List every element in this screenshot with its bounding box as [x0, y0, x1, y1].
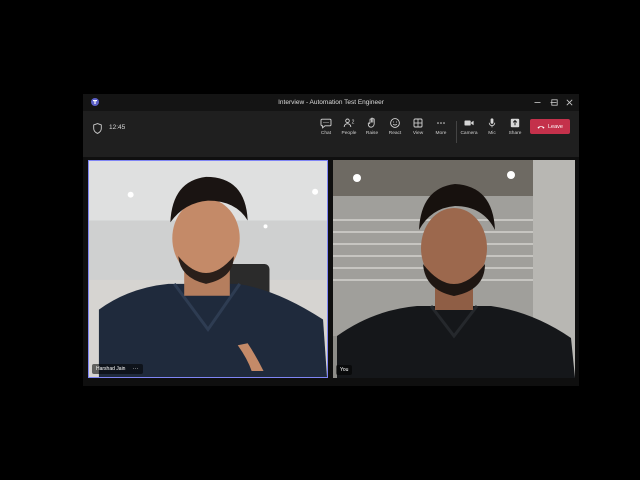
mic-icon — [488, 118, 496, 128]
camera-label: Camera — [460, 131, 478, 136]
share-button[interactable]: Share — [504, 117, 526, 147]
minimize-button-alt[interactable] — [529, 94, 545, 111]
minimize-icon — [534, 102, 540, 103]
participant-name: Harshad Jain — [96, 366, 126, 372]
mic-label: Mic — [488, 131, 496, 136]
people-count: 2 — [352, 120, 355, 126]
shield-icon — [93, 123, 102, 134]
share-label: Share — [508, 131, 522, 136]
self-name-tag: You — [336, 365, 353, 375]
participant-video-harshad — [89, 161, 327, 377]
react-button[interactable]: React — [384, 117, 406, 147]
title-bar: Interview - Automation Test Engineer — [83, 94, 579, 111]
raise-label: Raise — [365, 131, 379, 136]
self-name: You — [340, 367, 349, 373]
video-stage: Harshad Jain ··· You — [83, 157, 579, 386]
maximize-button[interactable] — [546, 94, 562, 111]
toolbar-divider — [456, 121, 457, 143]
close-icon — [566, 99, 572, 106]
meeting-timer: 12:45 — [109, 124, 126, 131]
more-button[interactable]: More — [430, 117, 452, 147]
participant-more-icon[interactable]: ··· — [132, 364, 139, 374]
meeting-toolbar: 12:45 Chat 2 People Raise React View Mor… — [83, 111, 579, 157]
chat-icon — [320, 118, 332, 129]
people-icon: 2 — [343, 118, 355, 128]
view-button[interactable]: View — [407, 117, 429, 147]
camera-button[interactable]: Camera — [458, 117, 480, 147]
maximize-icon — [550, 99, 558, 106]
leave-label: Leave — [548, 123, 563, 130]
phone-hangup-icon — [537, 125, 545, 129]
camera-icon — [464, 120, 474, 126]
chat-label: Chat — [320, 131, 332, 136]
people-label: People — [341, 131, 357, 136]
grid-icon — [413, 118, 423, 128]
more-icon — [437, 122, 445, 124]
leave-button[interactable]: Leave — [530, 119, 570, 134]
smiley-icon — [390, 118, 400, 128]
react-label: React — [388, 131, 402, 136]
share-icon — [510, 118, 520, 128]
window-title: Interview - Automation Test Engineer — [278, 99, 384, 106]
chat-button[interactable]: Chat — [315, 117, 337, 147]
meeting-window: Interview - Automation Test Engineer 12:… — [83, 94, 579, 386]
participant-tile-harshad[interactable]: Harshad Jain ··· — [88, 160, 328, 378]
view-label: View — [412, 131, 424, 136]
more-label: More — [435, 131, 447, 136]
participant-video-you — [333, 160, 575, 378]
hand-icon — [367, 117, 375, 128]
participant-name-tag: Harshad Jain ··· — [92, 364, 143, 374]
close-button[interactable] — [561, 94, 577, 111]
participant-tile-you[interactable]: You — [333, 160, 575, 378]
raise-hand-button[interactable]: Raise — [361, 117, 383, 147]
mic-button[interactable]: Mic — [481, 117, 503, 147]
people-button[interactable]: 2 People — [338, 117, 360, 147]
